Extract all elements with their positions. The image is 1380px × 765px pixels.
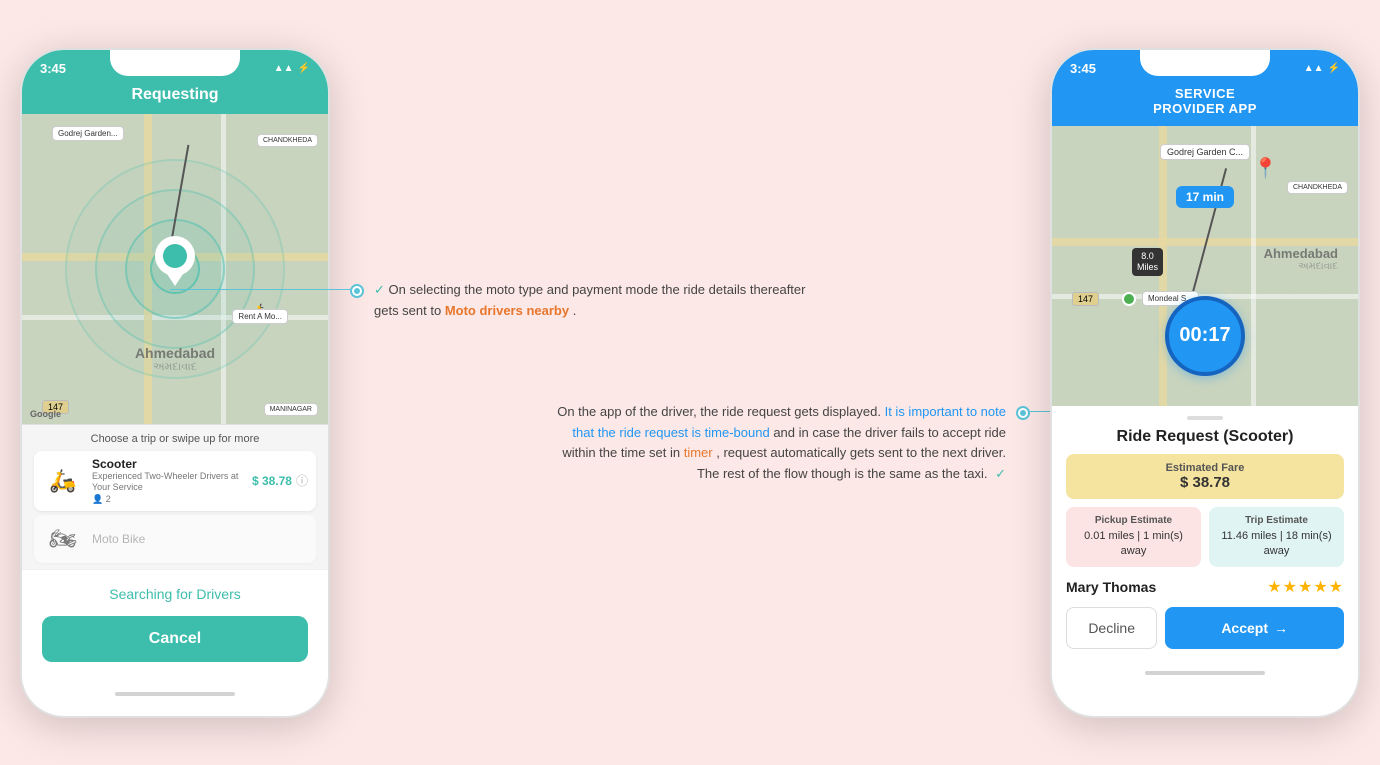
miles-value: 8.0: [1137, 251, 1158, 262]
battery-icon-right: ⚡: [1328, 63, 1340, 74]
cancel-button[interactable]: Cancel: [42, 616, 308, 662]
estimates-row: Pickup Estimate 0.01 miles | 1 min(s) aw…: [1066, 507, 1344, 568]
searching-text: Searching for Drivers: [42, 586, 308, 602]
scooter-info: Scooter Experienced Two-Wheeler Drivers …: [92, 457, 244, 505]
action-row: Decline Accept →: [1066, 607, 1344, 649]
dot-top: [350, 284, 364, 298]
fare-box: Estimated Fare $ 38.78: [1066, 454, 1344, 499]
timer-value: 00:17: [1179, 324, 1230, 347]
trip-value: 11.46 miles | 18 min(s) away: [1217, 529, 1336, 560]
annotation-top: ✓ On selecting the moto type and payment…: [350, 280, 830, 322]
pickup-estimate: Pickup Estimate 0.01 miles | 1 min(s) aw…: [1066, 507, 1201, 568]
home-bar-line-right: [1145, 671, 1265, 675]
highlight-timer: timer: [684, 445, 713, 460]
service-item-motobike: 🏍 Moto Bike: [34, 515, 316, 563]
scooter-price-wrap: $ 38.78 ⓘ: [252, 472, 308, 489]
road-badge-147-right: 147: [1072, 292, 1099, 306]
city-labels-right: Ahmedabad અમદાવાદ: [1264, 246, 1338, 272]
wifi-icon-right: ▲▲: [1304, 63, 1324, 74]
pickup-label: Pickup Estimate: [1074, 515, 1193, 526]
decline-button[interactable]: Decline: [1066, 607, 1157, 649]
driver-name: Mary Thomas: [1066, 579, 1156, 595]
driver-stars: ★★★★★: [1267, 577, 1344, 597]
route-info-box: 17 min: [1176, 186, 1234, 208]
service-list-header: Choose a trip or swipe up for more: [34, 433, 316, 445]
check-icon-bottom: ✓: [995, 466, 1006, 481]
ahmedabad-guj-right: અમદાવાદ: [1264, 261, 1338, 272]
notch-left: [110, 50, 240, 76]
left-map: Godrej Garden... CHANDKHEDA: [22, 114, 328, 424]
ahmedabad-guj: અમદાવાદ: [135, 361, 215, 374]
scooter-pax: 👤 2: [92, 494, 244, 505]
left-bottom-panel: Searching for Drivers Cancel: [22, 569, 328, 682]
origin-dot: [1122, 292, 1136, 306]
location-pin: [155, 236, 195, 291]
right-phone: 3:45 ▲▲ ⚡ SERVICE PROVIDER APP Godrej Ga…: [1050, 48, 1360, 718]
driver-row: Mary Thomas ★★★★★: [1066, 577, 1344, 597]
home-bar-line-left: [115, 692, 235, 696]
scooter-icon: 🛵: [42, 463, 84, 499]
trip-label: Trip Estimate: [1217, 515, 1336, 526]
trip-estimate: Trip Estimate 11.46 miles | 18 min(s) aw…: [1209, 507, 1344, 568]
service-item-scooter[interactable]: 🛵 Scooter Experienced Two-Wheeler Driver…: [34, 451, 316, 511]
fare-label: Estimated Fare: [1074, 462, 1336, 474]
highlight-moto: Moto drivers nearby: [445, 303, 569, 318]
time-left: 3:45: [40, 61, 66, 76]
accept-label: Accept: [1221, 620, 1268, 636]
home-bar-left: [22, 682, 328, 706]
drag-handle: [1187, 416, 1223, 420]
ahmedabad-label: Ahmedabad: [135, 345, 215, 361]
annotation-line-left: [170, 289, 350, 290]
time-right: 3:45: [1070, 61, 1096, 76]
left-app-header: Requesting: [22, 82, 328, 114]
right-app-header: SERVICE PROVIDER APP: [1052, 82, 1358, 126]
annotation-area: ✓ On selecting the moto type and payment…: [330, 200, 1050, 565]
pickup-value: 0.01 miles | 1 min(s) away: [1074, 529, 1193, 560]
right-map: Godrej Garden C... 📍 17 min CHANDKHEDA A…: [1052, 126, 1358, 406]
service-list: Choose a trip or swipe up for more 🛵 Sco…: [22, 424, 328, 569]
check-icon-top: ✓: [374, 282, 389, 297]
scooter-price: $ 38.78: [252, 474, 292, 488]
arrow-icon: →: [1274, 620, 1288, 636]
annotation-bottom: On the app of the driver, the ride reque…: [550, 402, 1030, 485]
miles-badge: 8.0 Miles: [1132, 248, 1163, 276]
godrej-label-left: Godrej Garden...: [52, 126, 124, 141]
maninagar-label: MANINAGAR: [264, 403, 318, 416]
home-bar-right: [1052, 661, 1358, 685]
accept-button[interactable]: Accept →: [1165, 607, 1344, 649]
ride-request-panel: Ride Request (Scooter) Estimated Fare $ …: [1052, 406, 1358, 662]
annotation-top-text: ✓ On selecting the moto type and payment…: [374, 280, 830, 322]
status-icons-left: ▲▲ ⚡: [274, 63, 310, 74]
left-header-title: Requesting: [131, 86, 218, 103]
motobike-icon: 🏍: [42, 521, 84, 557]
annotation-dot-top: [350, 284, 364, 298]
notch-right: [1140, 50, 1270, 76]
battery-icon: ⚡: [298, 63, 310, 74]
dot-bottom: [1016, 406, 1030, 420]
ahmedabad-label-right: Ahmedabad: [1264, 246, 1338, 261]
destination-marker: 📍: [1253, 156, 1278, 181]
right-header-title: SERVICE PROVIDER APP: [1153, 86, 1257, 116]
left-phone: 3:45 ▲▲ ⚡ Requesting Godrej Garden... CH…: [20, 48, 330, 718]
chandkheda-label: CHANDKHEDA: [257, 134, 318, 147]
ride-request-title: Ride Request (Scooter): [1066, 428, 1344, 446]
rent-label: Rent A Mo...: [232, 309, 288, 324]
city-labels: Ahmedabad અમદાવાદ: [135, 345, 215, 374]
motobike-name: Moto Bike: [92, 532, 145, 546]
scene: 3:45 ▲▲ ⚡ Requesting Godrej Garden... CH…: [20, 13, 1360, 753]
fare-amount: $ 38.78: [1074, 474, 1336, 491]
timer-wrap: 00:17: [1165, 296, 1245, 376]
godrej-label-right: Godrej Garden C...: [1160, 144, 1250, 160]
timer-circle: 00:17: [1165, 296, 1245, 376]
annotation-dot-bottom: [1016, 406, 1030, 420]
annotation-bottom-text: On the app of the driver, the ride reque…: [550, 402, 1006, 485]
info-icon[interactable]: ⓘ: [296, 472, 308, 489]
chandkheda-label-right: CHANDKHEDA: [1287, 181, 1348, 194]
wifi-icon: ▲▲: [274, 63, 294, 74]
status-icons-right: ▲▲ ⚡: [1304, 63, 1340, 74]
scooter-name: Scooter: [92, 457, 244, 471]
miles-unit: Miles: [1137, 262, 1158, 273]
google-logo: Google: [30, 409, 61, 419]
scooter-desc: Experienced Two-Wheeler Drivers at Your …: [92, 471, 244, 494]
